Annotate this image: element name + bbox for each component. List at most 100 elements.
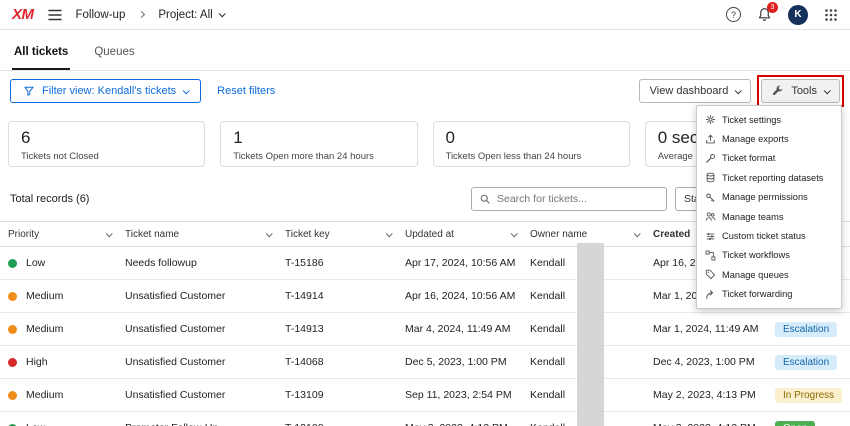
status-badge: Open xyxy=(775,421,815,426)
help-icon[interactable]: ? xyxy=(726,7,741,22)
notifications-button[interactable]: 3 xyxy=(757,7,772,22)
column-label: Priority xyxy=(8,229,39,240)
chevron-down-icon xyxy=(218,10,225,17)
ticket-key: T-15186 xyxy=(285,257,405,269)
chevron-down-icon[interactable] xyxy=(266,230,273,237)
ticket-key: T-14068 xyxy=(285,356,405,368)
updated-at: Dec 5, 2023, 1:00 PM xyxy=(405,356,530,368)
chevron-down-icon[interactable] xyxy=(386,230,393,237)
menu-item-manage-teams[interactable]: Manage teams xyxy=(697,207,841,226)
ticket-key: T-13109 xyxy=(285,389,405,401)
ticket-name: Unsatisfied Customer xyxy=(125,290,285,302)
funnel-icon xyxy=(23,85,35,97)
column-label: Ticket name xyxy=(125,229,179,240)
search-icon xyxy=(479,193,491,205)
stat-value: 6 xyxy=(21,128,192,148)
table-row[interactable]: High Unsatisfied Customer T-14068 Dec 5,… xyxy=(0,346,850,379)
dataset-icon xyxy=(705,172,716,183)
column-header-updated-at[interactable]: Updated at xyxy=(405,229,530,240)
priority-value: Medium xyxy=(26,323,63,335)
menu-item-custom-ticket-status[interactable]: Custom ticket status xyxy=(697,226,841,245)
status-sliders-icon xyxy=(705,231,716,242)
updated-at: May 2, 2023, 4:12 PM xyxy=(405,422,530,426)
ticket-name: Unsatisfied Customer xyxy=(125,323,285,335)
table-row[interactable]: Medium Unsatisfied Customer T-14913 Mar … xyxy=(0,313,850,346)
avatar[interactable]: K xyxy=(788,5,808,25)
menu-item-label: Ticket reporting datasets xyxy=(722,173,823,183)
menu-item-ticket-settings[interactable]: Ticket settings xyxy=(697,110,841,129)
table-row[interactable]: Medium Unsatisfied Customer T-13109 Sep … xyxy=(0,379,850,412)
tools-button[interactable]: Tools xyxy=(761,79,840,103)
total-records-label: Total records (6) xyxy=(10,193,89,205)
stat-card-open-more-24h[interactable]: 1 Tickets Open more than 24 hours xyxy=(220,121,417,167)
created-at: May 2, 2023, 4:13 PM xyxy=(653,389,775,401)
menu-item-label: Custom ticket status xyxy=(722,231,806,241)
priority-dot xyxy=(8,391,17,400)
tools-dropdown-menu: Ticket settings Manage exports Ticket fo… xyxy=(696,105,842,309)
tab-all-tickets[interactable]: All tickets xyxy=(12,34,70,70)
stat-card-open-less-24h[interactable]: 0 Tickets Open less than 24 hours xyxy=(433,121,630,167)
wrench-icon xyxy=(772,85,784,97)
menu-item-label: Manage permissions xyxy=(722,192,808,202)
notification-badge: 3 xyxy=(767,2,778,13)
updated-at: Sep 11, 2023, 2:54 PM xyxy=(405,389,530,401)
chevron-down-icon[interactable] xyxy=(511,230,518,237)
app-grid-icon[interactable] xyxy=(824,8,838,22)
breadcrumb-section[interactable]: Follow-up xyxy=(76,9,126,21)
menu-item-ticket-reporting-datasets[interactable]: Ticket reporting datasets xyxy=(697,168,841,187)
menu-item-ticket-forwarding[interactable]: Ticket forwarding xyxy=(697,285,841,304)
chevron-down-icon[interactable] xyxy=(634,230,641,237)
tab-queues[interactable]: Queues xyxy=(92,34,136,70)
table-row[interactable]: Low Promoter Follow-Up T-13108 May 2, 20… xyxy=(0,412,850,426)
priority-value: Medium xyxy=(26,290,63,302)
toolbar-right: View dashboard Tools xyxy=(639,79,840,103)
search-input[interactable] xyxy=(497,193,659,205)
column-label: Ticket key xyxy=(285,229,330,240)
menu-item-ticket-format[interactable]: Ticket format xyxy=(697,149,841,168)
project-selector[interactable]: Project: All xyxy=(158,9,223,21)
column-header-priority[interactable]: Priority xyxy=(8,229,125,240)
menu-item-manage-queues[interactable]: Manage queues xyxy=(697,265,841,284)
stat-label: Tickets Open more than 24 hours xyxy=(233,151,404,162)
column-header-ticket-name[interactable]: Ticket name xyxy=(125,229,285,240)
export-icon xyxy=(705,134,716,145)
chevron-down-icon[interactable] xyxy=(106,230,113,237)
ticket-name: Unsatisfied Customer xyxy=(125,356,285,368)
column-header-ticket-key[interactable]: Ticket key xyxy=(285,229,405,240)
priority-value: Low xyxy=(26,257,45,269)
ticket-key: T-14914 xyxy=(285,290,405,302)
gear-icon xyxy=(705,114,716,125)
wrench-icon xyxy=(705,153,716,164)
tools-label: Tools xyxy=(791,85,817,97)
priority-value: High xyxy=(26,356,48,368)
search-box xyxy=(471,187,667,211)
xm-logo[interactable]: XM xyxy=(12,6,34,23)
ticket-key: T-14913 xyxy=(285,323,405,335)
tools-button-wrapper: Tools xyxy=(761,79,840,103)
ticket-key: T-13108 xyxy=(285,422,405,426)
filter-view-button[interactable]: Filter view: Kendall's tickets xyxy=(10,79,201,103)
follow-up-tickets-page: XM Follow-up Project: All ? 3 K xyxy=(0,0,850,426)
updated-at: Apr 17, 2024, 10:56 AM xyxy=(405,257,530,269)
menu-item-ticket-workflows[interactable]: Ticket workflows xyxy=(697,246,841,265)
view-dashboard-button[interactable]: View dashboard xyxy=(639,79,752,103)
ticket-name: Unsatisfied Customer xyxy=(125,389,285,401)
menu-item-manage-permissions[interactable]: Manage permissions xyxy=(697,188,841,207)
view-dashboard-label: View dashboard xyxy=(650,85,729,97)
forward-arrow-icon xyxy=(705,289,716,300)
chevron-down-icon xyxy=(824,87,831,94)
status-badge: In Progress xyxy=(775,388,842,403)
updated-at: Mar 4, 2024, 11:49 AM xyxy=(405,323,530,335)
column-label: Owner name xyxy=(530,229,587,240)
stat-card-tickets-not-closed[interactable]: 6 Tickets not Closed xyxy=(8,121,205,167)
menu-item-label: Ticket workflows xyxy=(722,250,790,260)
reset-filters-link[interactable]: Reset filters xyxy=(217,85,275,97)
table-scrollbar[interactable] xyxy=(577,243,604,426)
chevron-down-icon xyxy=(183,87,190,94)
menu-item-manage-exports[interactable]: Manage exports xyxy=(697,129,841,148)
status-badge: Escalation xyxy=(775,322,837,337)
hamburger-menu-icon[interactable] xyxy=(48,9,62,21)
ticket-tabs: All tickets Queues xyxy=(0,30,850,71)
column-label: Updated at xyxy=(405,229,454,240)
column-header-owner-name[interactable]: Owner name xyxy=(530,229,653,240)
